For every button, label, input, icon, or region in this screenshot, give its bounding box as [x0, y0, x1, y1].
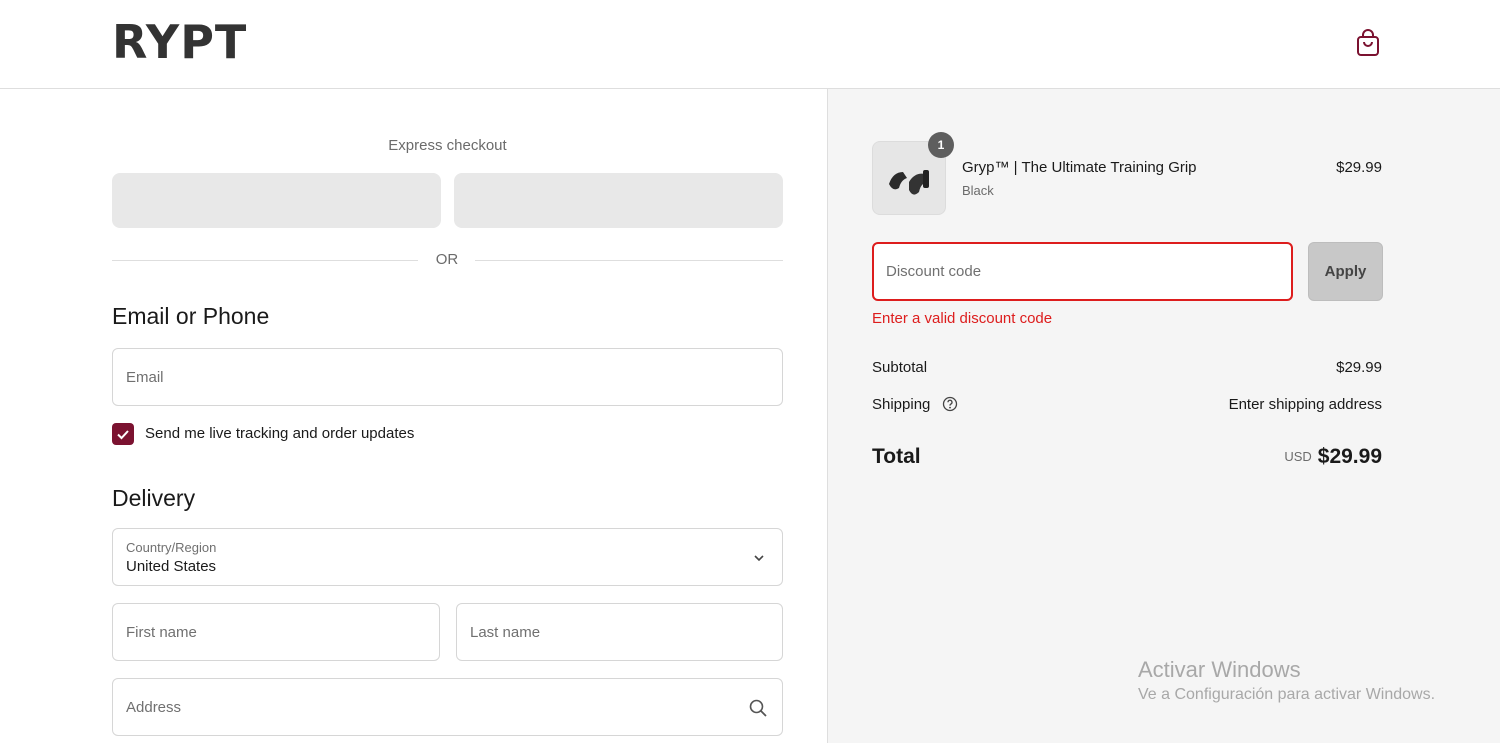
windows-activation-watermark: Activar Windows Ve a Configuración para …: [1138, 656, 1435, 706]
first-name-field-wrapper: [112, 603, 440, 661]
divider-line-left: [112, 260, 418, 261]
last-name-input[interactable]: [457, 604, 782, 660]
product-price: $29.99: [1336, 159, 1382, 176]
total-value: $29.99: [1317, 445, 1382, 468]
discount-code-input[interactable]: [874, 244, 1291, 299]
subtotal-label: Subtotal: [872, 359, 928, 376]
first-name-input[interactable]: [113, 604, 439, 660]
subtotal-value: $29.99: [1336, 359, 1382, 376]
address-field-wrapper: [112, 678, 783, 736]
watermark-subtitle: Ve a Configuración para activar Windows.: [1138, 686, 1436, 703]
shipping-label: Shipping: [872, 396, 931, 413]
total-amount: USD $29.99: [1284, 445, 1382, 469]
search-icon[interactable]: [748, 698, 768, 718]
help-circle-icon[interactable]: [942, 396, 958, 412]
express-pay-button-2[interactable]: [454, 173, 783, 228]
order-updates-checkbox[interactable]: [112, 423, 134, 445]
order-summary: 1 Gryp™ | The Ultimate Training Grip Bla…: [827, 89, 1500, 743]
brand-logo[interactable]: RYPT: [112, 16, 247, 68]
discount-error-message: Enter a valid discount code: [872, 310, 1053, 327]
total-currency: USD: [1284, 449, 1312, 464]
email-field-wrapper: [112, 348, 783, 406]
discount-field-wrapper: [872, 242, 1293, 301]
order-updates-label: Send me live tracking and order updates: [145, 425, 415, 442]
divider-line-right: [475, 260, 783, 261]
country-select-label: Country/Region: [126, 540, 217, 555]
email-input[interactable]: [113, 349, 782, 405]
product-variant: Black: [962, 183, 994, 198]
express-checkout-label: Express checkout: [388, 137, 507, 154]
watermark-title: Activar Windows: [1138, 657, 1301, 682]
checkout-form: Express checkout OR Email or Phone Send …: [0, 89, 827, 743]
shopping-bag-icon[interactable]: [1354, 28, 1382, 58]
total-label: Total: [872, 445, 921, 468]
country-select-value: United States: [126, 558, 217, 575]
site-header: RYPT: [0, 0, 1500, 89]
delivery-section-title: Delivery: [112, 485, 196, 511]
address-input[interactable]: [113, 679, 782, 735]
quantity-badge: 1: [928, 132, 954, 158]
contact-section-title: Email or Phone: [112, 303, 270, 329]
shipping-value: Enter shipping address: [1228, 396, 1382, 413]
express-pay-button-1[interactable]: [112, 173, 441, 228]
chevron-down-icon: [754, 555, 764, 562]
country-select[interactable]: Country/Region United States: [112, 528, 783, 586]
or-text: OR: [435, 251, 459, 268]
product-name: Gryp™ | The Ultimate Training Grip: [962, 159, 1197, 176]
last-name-field-wrapper: [456, 603, 783, 661]
or-divider: OR: [112, 251, 783, 271]
checkmark-icon: [117, 430, 129, 440]
apply-discount-button[interactable]: Apply: [1308, 242, 1383, 301]
